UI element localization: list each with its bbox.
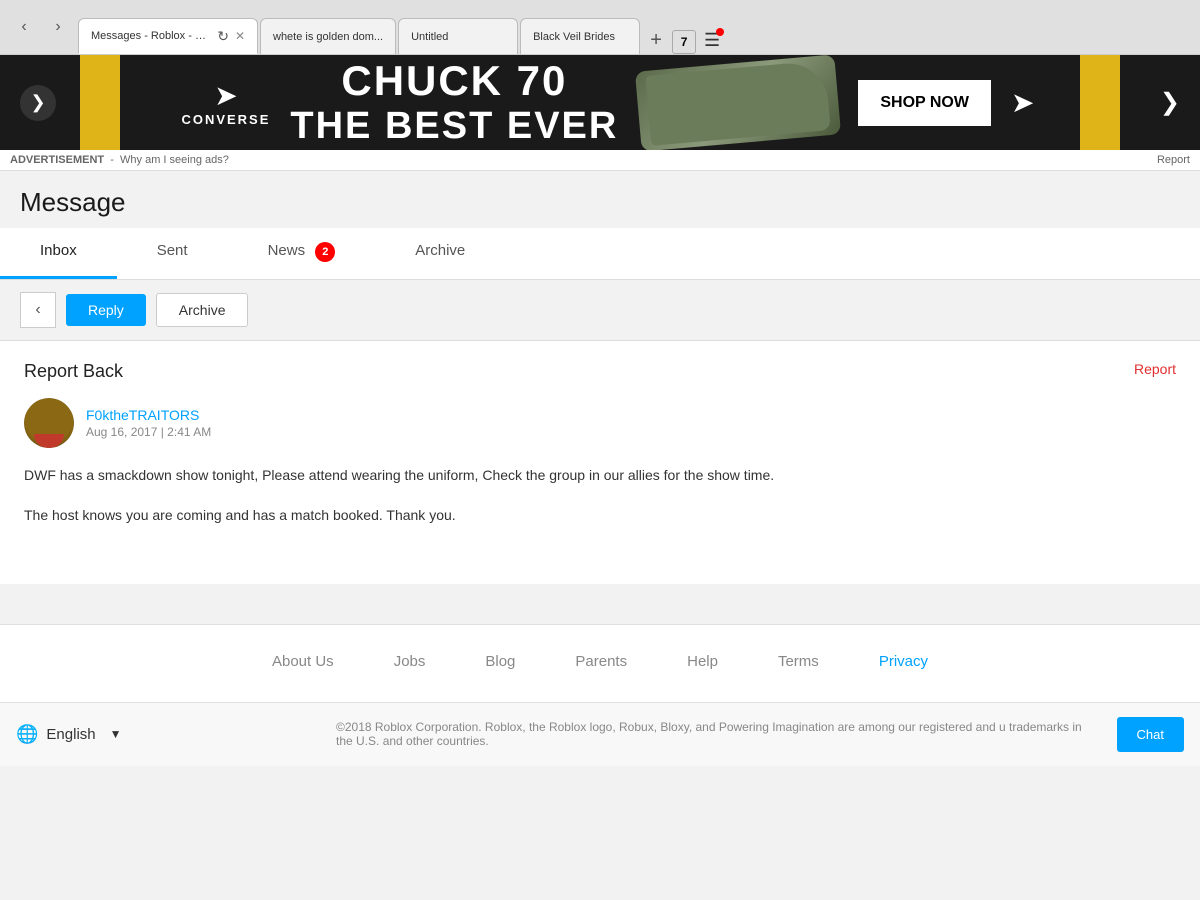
- footer-jobs[interactable]: Jobs: [394, 653, 426, 670]
- tab-label: Messages - Roblox - www.roblox.c...: [91, 30, 211, 42]
- footer-help[interactable]: Help: [687, 653, 718, 670]
- sender-info: F0ktheTRAITORS Aug 16, 2017 | 2:41 AM: [86, 407, 211, 439]
- footer-privacy[interactable]: Privacy: [879, 653, 928, 670]
- news-badge: 2: [315, 242, 335, 262]
- ad-headline1: CHUCK 70: [290, 57, 618, 105]
- tab-label: Untitled: [411, 31, 448, 43]
- converse-right-logo: ➤: [1011, 86, 1034, 119]
- tab-golden[interactable]: whete is golden dom...: [260, 18, 396, 54]
- notification-dot: [716, 28, 724, 36]
- back-message-button[interactable]: ‹: [20, 292, 56, 328]
- ad-yellow-right: [1080, 55, 1120, 150]
- message-timestamp: Aug 16, 2017 | 2:41 AM: [86, 425, 211, 439]
- chat-button[interactable]: Chat: [1117, 717, 1184, 752]
- message-paragraph-1: DWF has a smackdown show tonight, Please…: [24, 464, 1176, 488]
- message-body: DWF has a smackdown show tonight, Please…: [24, 464, 1176, 564]
- language-label: English: [46, 726, 95, 743]
- language-bar: 🌐 English ▼ ©2018 Roblox Corporation. Ro…: [0, 702, 1200, 766]
- converse-star-icon: ➤: [214, 79, 237, 112]
- ad-headline2: THE BEST EVER: [290, 105, 618, 148]
- tab-inbox[interactable]: Inbox: [0, 228, 117, 279]
- tab-messages[interactable]: Messages - Roblox - www.roblox.c... ↻ ✕: [78, 18, 258, 54]
- actions-bar: ‹ Reply Archive: [0, 280, 1200, 341]
- message-header: Message: [0, 171, 1200, 228]
- language-selector[interactable]: 🌐 English ▼: [16, 724, 316, 745]
- converse-logo: ➤ CONVERSE: [181, 79, 270, 127]
- avatar-face: [24, 398, 74, 448]
- why-ads-link[interactable]: Why am I seeing ads?: [120, 154, 229, 166]
- page-content: Message Inbox Sent News 2 Archive ‹ Repl…: [0, 171, 1200, 624]
- footer-about-us[interactable]: About Us: [272, 653, 334, 670]
- archive-button[interactable]: Archive: [156, 293, 249, 327]
- back-button[interactable]: ‹: [10, 13, 38, 41]
- tab-label: whete is golden dom...: [273, 31, 383, 43]
- browser-chrome: ‹ › Messages - Roblox - www.roblox.c... …: [0, 0, 1200, 55]
- ad-report-link[interactable]: Report: [1157, 154, 1190, 166]
- message-subject: Report Back: [24, 361, 123, 382]
- ad-content: ➤ CONVERSE CHUCK 70 THE BEST EVER SHOP N…: [56, 57, 1160, 148]
- page-title: Message: [20, 187, 1180, 218]
- reload-icon[interactable]: ↻: [217, 28, 229, 45]
- sender-name[interactable]: F0ktheTRAITORS: [86, 407, 211, 423]
- message-card: Report Back Report F0ktheTRAITORS Aug 16…: [0, 341, 1200, 584]
- chevron-down-icon: ▼: [110, 727, 122, 741]
- forward-button[interactable]: ›: [44, 13, 72, 41]
- ad-yellow-left: [80, 55, 120, 150]
- shoe-shape: [646, 60, 831, 145]
- tab-untitled[interactable]: Untitled: [398, 18, 518, 54]
- content-spacer: [0, 584, 1200, 624]
- tab-bvb[interactable]: Black Veil Brides: [520, 18, 640, 54]
- ad-banner: ❯ ➤ CONVERSE CHUCK 70 THE BEST EVER SHOP…: [0, 55, 1200, 150]
- ad-main-text: CHUCK 70 THE BEST EVER: [290, 57, 618, 148]
- advertisement-text: ADVERTISEMENT: [10, 154, 104, 166]
- close-icon[interactable]: ✕: [235, 29, 245, 43]
- browser-menu-button[interactable]: ☰: [698, 26, 726, 54]
- ad-shop-button[interactable]: SHOP NOW: [858, 80, 991, 126]
- report-message-link[interactable]: Report: [1134, 361, 1176, 377]
- reply-button[interactable]: Reply: [66, 294, 146, 326]
- tab-sent[interactable]: Sent: [117, 228, 228, 279]
- tab-label: Black Veil Brides: [533, 31, 615, 43]
- sender-avatar[interactable]: [24, 398, 74, 448]
- tab-count[interactable]: 7: [672, 30, 696, 54]
- globe-icon: 🌐: [16, 724, 38, 745]
- sender-row: F0ktheTRAITORS Aug 16, 2017 | 2:41 AM: [24, 398, 1176, 448]
- converse-brand: CONVERSE: [181, 112, 270, 127]
- footer-parents[interactable]: Parents: [575, 653, 627, 670]
- footer-terms[interactable]: Terms: [778, 653, 819, 670]
- ad-prev-button[interactable]: ❯: [20, 85, 56, 121]
- footer-blog[interactable]: Blog: [485, 653, 515, 670]
- tab-archive[interactable]: Archive: [375, 228, 505, 279]
- message-paragraph-2: The host knows you are coming and has a …: [24, 504, 1176, 528]
- footer-links: About Us Jobs Blog Parents Help Terms Pr…: [0, 653, 1200, 670]
- ad-label: ADVERTISEMENT - Why am I seeing ads?: [10, 154, 229, 166]
- tabs-area: Messages - Roblox - www.roblox.c... ↻ ✕ …: [78, 0, 1190, 54]
- ad-footer: ADVERTISEMENT - Why am I seeing ads? Rep…: [0, 150, 1200, 171]
- new-tab-button[interactable]: +: [642, 26, 670, 54]
- ad-right-arrow: ❯: [1160, 88, 1180, 117]
- site-footer: About Us Jobs Blog Parents Help Terms Pr…: [0, 624, 1200, 702]
- ad-shoe-image: [635, 55, 841, 150]
- copyright-text: ©2018 Roblox Corporation. Roblox, the Ro…: [316, 720, 1117, 748]
- message-tabs: Inbox Sent News 2 Archive: [0, 228, 1200, 280]
- tab-news-label: News: [268, 242, 306, 259]
- tab-news[interactable]: News 2: [228, 228, 376, 279]
